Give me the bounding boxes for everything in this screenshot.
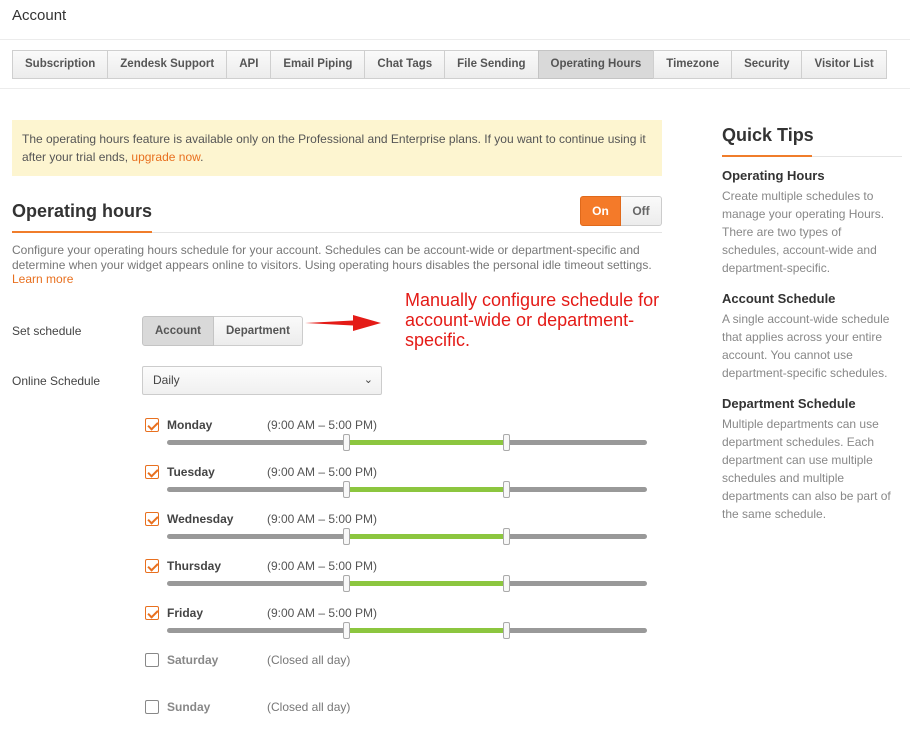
tab-file-sending[interactable]: File Sending [444, 50, 539, 79]
quick-tips-title: Quick Tips [722, 125, 814, 145]
day-checkbox[interactable] [145, 418, 159, 432]
online-schedule-value: Daily [153, 373, 180, 387]
hours-slider[interactable] [167, 575, 647, 592]
open-hours-range [347, 581, 507, 586]
day-hours: (9:00 AM – 5:00 PM) [267, 559, 378, 573]
day-checkbox[interactable] [145, 512, 159, 526]
tab-timezone[interactable]: Timezone [653, 50, 733, 79]
tip-heading: Operating Hours [722, 168, 825, 183]
toggle-off-button[interactable]: Off [621, 196, 662, 226]
hours-slider[interactable] [167, 434, 647, 451]
tip-body: A single account-wide schedule that appl… [722, 312, 890, 380]
annotation-arrow-icon [305, 315, 381, 331]
title-accent-bar [12, 231, 152, 233]
day-name: Monday [167, 418, 213, 432]
start-time-handle[interactable] [343, 575, 350, 592]
section-description: Configure your operating hours schedule … [12, 243, 667, 287]
tip-operating-hours: Operating Hours Create multiple schedule… [722, 168, 902, 277]
schedule-department-button[interactable]: Department [214, 316, 303, 346]
day-hours: (Closed all day) [267, 653, 351, 667]
start-time-handle[interactable] [343, 434, 350, 451]
end-time-handle[interactable] [503, 481, 510, 498]
day-hours: (Closed all day) [267, 700, 351, 714]
day-row-monday: Monday (9:00 AM – 5:00 PM) [145, 418, 655, 458]
day-name: Saturday [167, 653, 219, 667]
open-hours-range [347, 628, 507, 633]
open-hours-range [347, 440, 507, 445]
tab-zendesk-support[interactable]: Zendesk Support [107, 50, 228, 79]
tab-divider [0, 88, 910, 89]
schedule-account-button[interactable]: Account [142, 316, 214, 346]
day-checkbox[interactable] [145, 653, 159, 667]
day-name: Wednesday [167, 512, 234, 526]
toggle-on-button[interactable]: On [580, 196, 621, 226]
upgrade-link[interactable]: upgrade now [131, 150, 200, 164]
section-title: Operating hours [12, 201, 153, 221]
day-checkbox[interactable] [145, 559, 159, 573]
chevron-down-icon: ⌄ [363, 374, 373, 386]
start-time-handle[interactable] [343, 528, 350, 545]
online-schedule-select[interactable]: Daily ⌄ [142, 366, 382, 395]
tab-email-piping[interactable]: Email Piping [270, 50, 366, 79]
notice-suffix: . [200, 150, 204, 164]
end-time-handle[interactable] [503, 575, 510, 592]
start-time-handle[interactable] [343, 481, 350, 498]
learn-more-link[interactable]: Learn more [12, 272, 73, 286]
day-row-friday: Friday (9:00 AM – 5:00 PM) [145, 606, 655, 646]
end-time-handle[interactable] [503, 528, 510, 545]
day-hours: (9:00 AM – 5:00 PM) [267, 418, 378, 432]
day-checkbox[interactable] [145, 606, 159, 620]
day-checkbox[interactable] [145, 465, 159, 479]
quick-tips-panel: Quick Tips Operating Hours Create multip… [722, 125, 902, 521]
tab-chat-tags[interactable]: Chat Tags [364, 50, 446, 79]
day-row-tuesday: Tuesday (9:00 AM – 5:00 PM) [145, 465, 655, 505]
tab-security[interactable]: Security [731, 50, 803, 79]
set-schedule-label: Set schedule [12, 324, 82, 338]
notice-text: The operating hours feature is available… [22, 132, 646, 164]
tab-api[interactable]: API [226, 50, 272, 79]
hours-slider[interactable] [167, 528, 647, 545]
page-header: Account [0, 0, 910, 40]
operating-hours-toggle[interactable]: On Off [580, 196, 662, 226]
tab-bar: Subscription Zendesk Support API Email P… [12, 50, 887, 79]
tip-heading: Account Schedule [722, 291, 836, 306]
tip-heading: Department Schedule [722, 396, 856, 411]
hours-slider[interactable] [167, 622, 647, 639]
day-row-saturday: Saturday (Closed all day) [145, 653, 655, 693]
hours-slider[interactable] [167, 481, 647, 498]
tip-body: Create multiple schedules to manage your… [722, 189, 885, 275]
day-row-sunday: Sunday (Closed all day) [145, 700, 655, 740]
day-row-wednesday: Wednesday (9:00 AM – 5:00 PM) [145, 512, 655, 552]
day-name: Friday [167, 606, 204, 620]
tip-body: Multiple departments can use department … [722, 417, 891, 521]
tab-subscription[interactable]: Subscription [12, 50, 109, 79]
end-time-handle[interactable] [503, 622, 510, 639]
open-hours-range [347, 534, 507, 539]
day-hours: (9:00 AM – 5:00 PM) [267, 606, 378, 620]
day-row-thursday: Thursday (9:00 AM – 5:00 PM) [145, 559, 655, 599]
upgrade-notice: The operating hours feature is available… [12, 120, 662, 176]
day-hours: (9:00 AM – 5:00 PM) [267, 512, 378, 526]
day-name: Tuesday [167, 465, 215, 479]
tab-visitor-list[interactable]: Visitor List [801, 50, 887, 79]
start-time-handle[interactable] [343, 622, 350, 639]
description-text: Configure your operating hours schedule … [12, 243, 652, 272]
online-schedule-label: Online Schedule [12, 374, 101, 388]
end-time-handle[interactable] [503, 434, 510, 451]
day-checkbox[interactable] [145, 700, 159, 714]
tab-operating-hours[interactable]: Operating Hours [537, 50, 655, 79]
day-name: Sunday [167, 700, 211, 714]
open-hours-range [347, 487, 507, 492]
day-hours: (9:00 AM – 5:00 PM) [267, 465, 378, 479]
page-title: Account [12, 7, 67, 24]
tip-account-schedule: Account Schedule A single account-wide s… [722, 291, 902, 382]
quick-tips-accent-bar [722, 155, 812, 157]
tip-department-schedule: Department Schedule Multiple departments… [722, 396, 902, 523]
schedule-type-selector[interactable]: Account Department [142, 316, 303, 346]
annotation-text: Manually configure schedule for account-… [405, 290, 660, 350]
day-name: Thursday [167, 559, 222, 573]
